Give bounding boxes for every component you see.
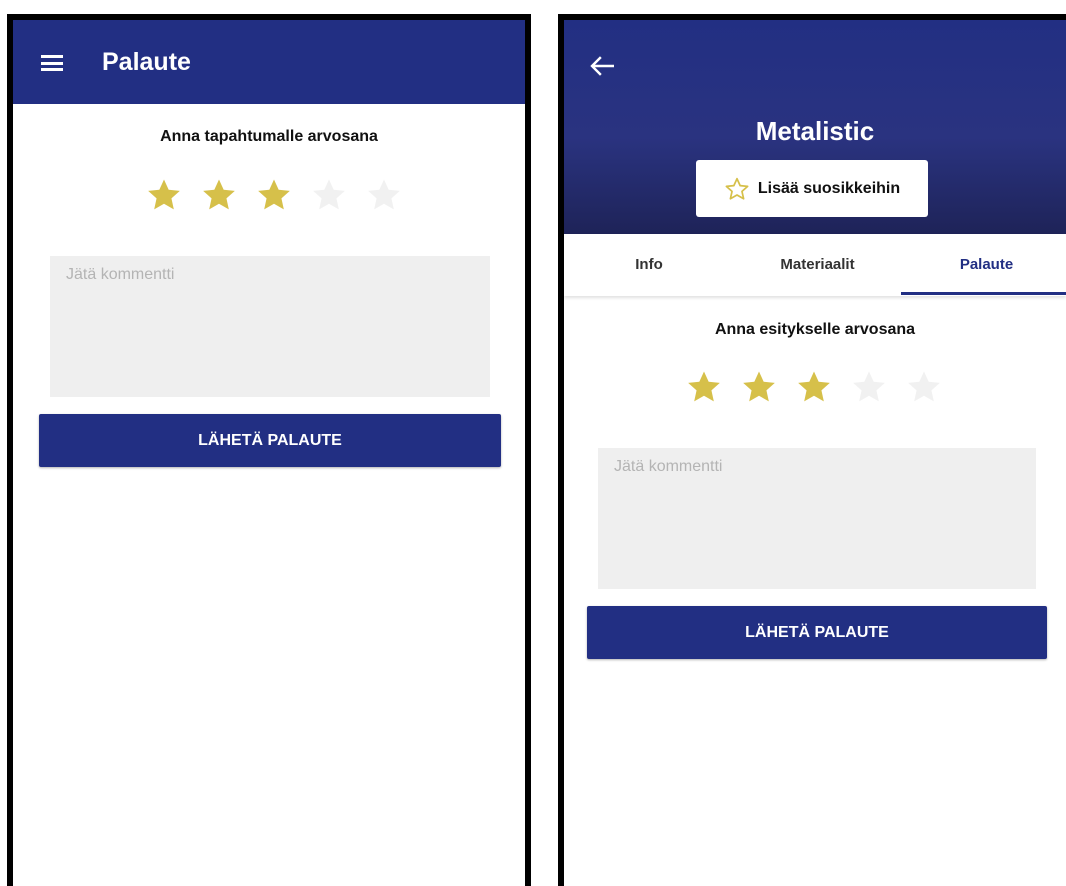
- star-4-icon[interactable]: [850, 368, 888, 406]
- rating-title: Anna esitykselle arvosana: [714, 321, 916, 338]
- event-header: Metalistic Lisää suosikkeihin: [564, 20, 1066, 234]
- add-to-favorites-button[interactable]: Lisää suosikkeihin: [696, 160, 928, 217]
- star-5-icon[interactable]: [365, 176, 403, 214]
- page-title: Palaute: [102, 48, 191, 76]
- left-screen: Palaute Anna tapahtumalle arvosana LÄHET…: [7, 14, 531, 886]
- comment-field[interactable]: [50, 256, 490, 397]
- tab-bar: Info Materiaalit Palaute: [564, 234, 1066, 296]
- star-1-icon[interactable]: [145, 176, 183, 214]
- arrow-left-icon[interactable]: [590, 56, 614, 76]
- submit-feedback-button[interactable]: LÄHETÄ PALAUTE: [587, 606, 1047, 659]
- star-3-icon[interactable]: [795, 368, 833, 406]
- tab-materiaalit[interactable]: Materiaalit: [734, 234, 901, 296]
- hamburger-menu-icon[interactable]: [41, 55, 63, 71]
- star-2-icon[interactable]: [740, 368, 778, 406]
- event-title: Metalistic: [755, 116, 875, 146]
- right-screen: Metalistic Lisää suosikkeihin Info Mater…: [558, 14, 1066, 886]
- star-4-icon[interactable]: [310, 176, 348, 214]
- star-3-icon[interactable]: [255, 176, 293, 214]
- rating-title: Anna tapahtumalle arvosana: [160, 128, 378, 145]
- star-5-icon[interactable]: [905, 368, 943, 406]
- star-outline-icon: [725, 177, 749, 200]
- tab-palaute[interactable]: Palaute: [901, 234, 1066, 296]
- app-bar: Palaute: [13, 20, 525, 104]
- add-to-favorites-label: Lisää suosikkeihin: [757, 179, 901, 197]
- star-rating: [685, 368, 943, 406]
- tab-info[interactable]: Info: [564, 234, 734, 296]
- star-rating: [145, 176, 403, 214]
- active-tab-indicator: [901, 292, 1066, 295]
- star-1-icon[interactable]: [685, 368, 723, 406]
- star-2-icon[interactable]: [200, 176, 238, 214]
- comment-field[interactable]: [598, 448, 1036, 589]
- submit-feedback-button[interactable]: LÄHETÄ PALAUTE: [39, 414, 501, 467]
